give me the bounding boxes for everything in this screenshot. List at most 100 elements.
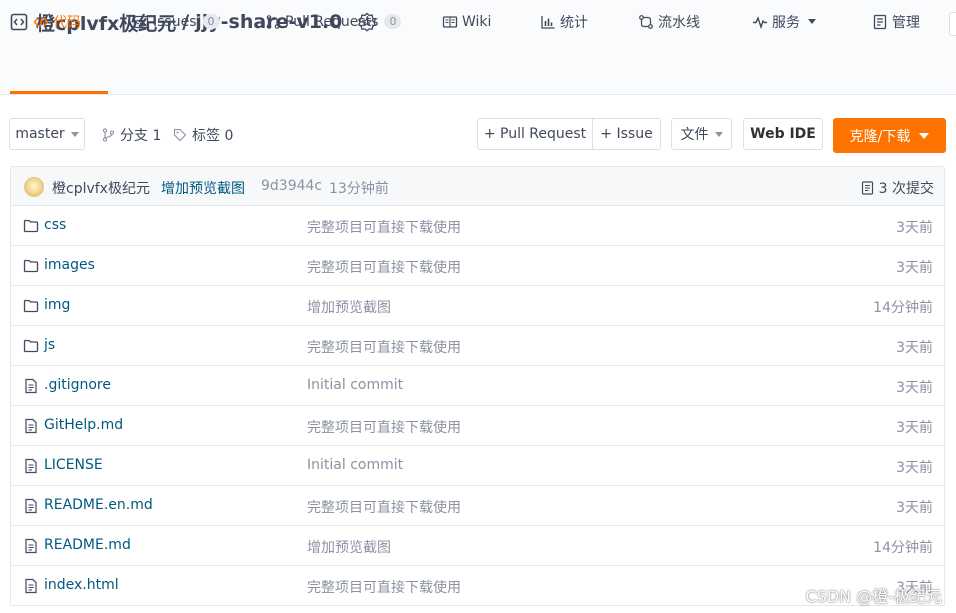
tab-pull-requests[interactable]: Pull Requests 0 bbox=[265, 0, 402, 43]
file-icon bbox=[23, 378, 39, 394]
file-name-link[interactable]: .gitignore bbox=[44, 377, 111, 393]
file-name-link[interactable]: index.html bbox=[44, 577, 119, 593]
file-icon bbox=[23, 538, 39, 554]
file-icon bbox=[23, 498, 39, 514]
file-row[interactable]: images 完整项目可直接下载使用 3天前 bbox=[11, 246, 944, 286]
branches-link[interactable]: 分支 1 bbox=[102, 118, 161, 152]
tab-label: 流水线 bbox=[658, 14, 700, 31]
repo-toolbar: master 分支 1 标签 0 + Pull Request + Issue … bbox=[0, 118, 956, 154]
new-pull-request-button[interactable]: + Pull Request bbox=[477, 118, 593, 150]
file-icon bbox=[23, 458, 39, 474]
file-commit-message-link[interactable]: 完整项目可直接下载使用 bbox=[307, 417, 461, 437]
file-commit-time: 3天前 bbox=[896, 260, 933, 276]
file-commit-message-link[interactable]: 完整项目可直接下载使用 bbox=[307, 257, 461, 277]
tab-pipeline[interactable]: 流水线 bbox=[638, 0, 700, 43]
issues-icon bbox=[133, 14, 149, 30]
file-row[interactable]: index.html 完整项目可直接下载使用 3天前 bbox=[11, 566, 944, 606]
file-commit-time: 14分钟前 bbox=[873, 540, 933, 556]
commit-count-label: 3 次提交 bbox=[878, 181, 934, 197]
file-row[interactable]: GitHelp.md 完整项目可直接下载使用 3天前 bbox=[11, 406, 944, 446]
wiki-icon bbox=[442, 14, 458, 30]
file-commit-time: 3天前 bbox=[896, 460, 933, 476]
file-commit-time: 3天前 bbox=[896, 380, 933, 396]
issues-count-badge: 0 bbox=[202, 14, 220, 29]
file-name-link[interactable]: README.md bbox=[44, 537, 131, 553]
file-commit-message-link[interactable]: Initial commit bbox=[307, 377, 403, 393]
file-commit-message-link[interactable]: Initial commit bbox=[307, 457, 403, 473]
clone-download-button[interactable]: 克隆/下载 bbox=[833, 118, 946, 153]
tab-label: Wiki bbox=[462, 13, 492, 30]
chevron-down-icon bbox=[919, 132, 930, 139]
file-row[interactable]: README.md 增加预览截图 14分钟前 bbox=[11, 526, 944, 566]
tags-link[interactable]: 标签 0 bbox=[173, 118, 233, 152]
file-row[interactable]: img 增加预览截图 14分钟前 bbox=[11, 286, 944, 326]
pipeline-icon bbox=[638, 14, 654, 30]
file-row[interactable]: js 完整项目可直接下载使用 3天前 bbox=[11, 326, 944, 366]
file-commit-message-link[interactable]: 完整项目可直接下载使用 bbox=[307, 337, 461, 357]
file-menu-button[interactable]: 文件 bbox=[671, 118, 732, 150]
folder-icon bbox=[23, 258, 39, 274]
tab-code[interactable]: 代码 bbox=[33, 0, 81, 43]
bar-chart-icon bbox=[540, 14, 556, 30]
file-row[interactable]: README.en.md 完整项目可直接下载使用 3天前 bbox=[11, 486, 944, 526]
tab-label: 服务 bbox=[772, 14, 800, 31]
file-name-link[interactable]: GitHelp.md bbox=[44, 417, 123, 433]
file-commit-time: 14分钟前 bbox=[873, 300, 933, 316]
tab-label: 管理 bbox=[892, 14, 920, 31]
folder-icon bbox=[23, 338, 39, 354]
file-icon bbox=[23, 578, 39, 594]
file-row[interactable]: .gitignore Initial commit 3天前 bbox=[11, 366, 944, 406]
branch-select[interactable]: master bbox=[9, 118, 85, 150]
tag-icon bbox=[173, 128, 187, 142]
repo-header: 橙cplvfx极纪元 / jjy-share-v1.0 代码 Issues 0 … bbox=[0, 0, 956, 95]
file-name-link[interactable]: js bbox=[44, 337, 55, 353]
header-edge-button[interactable] bbox=[949, 12, 956, 36]
watermark: CSDN @橙-极纪元 bbox=[805, 587, 942, 606]
file-commit-message-link[interactable]: 完整项目可直接下载使用 bbox=[307, 497, 461, 517]
manage-icon bbox=[872, 14, 888, 30]
commit-message-link[interactable]: 增加预览截图 bbox=[161, 178, 245, 198]
tab-services[interactable]: 服务 bbox=[752, 0, 816, 43]
tab-wiki[interactable]: Wiki bbox=[442, 0, 491, 43]
new-issue-button[interactable]: + Issue bbox=[592, 118, 661, 150]
file-name-link[interactable]: css bbox=[44, 217, 66, 233]
commit-count-link[interactable]: 3 次提交 bbox=[861, 178, 934, 198]
file-name-link[interactable]: img bbox=[44, 297, 70, 313]
file-name-link[interactable]: README.en.md bbox=[44, 497, 153, 513]
branches-label: 分支 1 bbox=[120, 128, 162, 144]
commits-icon bbox=[861, 181, 873, 195]
chevron-down-icon bbox=[808, 19, 816, 24]
tab-issues[interactable]: Issues 0 bbox=[133, 0, 220, 43]
commit-author[interactable]: 橙cplvfx极纪元 bbox=[52, 178, 150, 198]
pulse-icon bbox=[752, 14, 768, 30]
avatar[interactable] bbox=[24, 177, 44, 197]
file-commit-message-link[interactable]: 增加预览截图 bbox=[307, 537, 391, 557]
file-commit-message-link[interactable]: 完整项目可直接下载使用 bbox=[307, 217, 461, 237]
file-menu-label: 文件 bbox=[680, 127, 709, 143]
file-list: css 完整项目可直接下载使用 3天前 images 完整项目可直接下载使用 3天前 img… bbox=[10, 206, 945, 606]
file-commit-time: 3天前 bbox=[896, 220, 933, 236]
file-row[interactable]: css 完整项目可直接下载使用 3天前 bbox=[11, 206, 944, 246]
chevron-down-icon bbox=[714, 131, 723, 137]
active-tab-indicator bbox=[10, 91, 108, 94]
pull-requests-count-badge: 0 bbox=[384, 14, 402, 29]
file-commit-message-link[interactable]: 完整项目可直接下载使用 bbox=[307, 577, 461, 597]
tab-stats[interactable]: 统计 bbox=[540, 0, 588, 43]
latest-commit-bar: 橙cplvfx极纪元 增加预览截图 9d3944c 13分钟前 3 次提交 bbox=[10, 166, 945, 206]
web-ide-button[interactable]: Web IDE bbox=[743, 118, 823, 150]
tab-label: 代码 bbox=[53, 14, 81, 31]
tab-label: Pull Requests bbox=[285, 13, 379, 30]
commit-hash-link[interactable]: 9d3944c bbox=[261, 178, 322, 194]
branch-select-value: master bbox=[15, 126, 65, 142]
repo-code-icon bbox=[10, 13, 28, 31]
file-name-link[interactable]: images bbox=[44, 257, 95, 273]
file-name-link[interactable]: LICENSE bbox=[44, 457, 103, 473]
clone-download-label: 克隆/下载 bbox=[849, 128, 911, 145]
chevron-down-icon bbox=[70, 131, 79, 137]
file-row[interactable]: LICENSE Initial commit 3天前 bbox=[11, 446, 944, 486]
tab-manage[interactable]: 管理 bbox=[872, 0, 920, 43]
file-commit-time: 3天前 bbox=[896, 340, 933, 356]
folder-icon bbox=[23, 298, 39, 314]
tab-label: Issues bbox=[153, 13, 197, 30]
file-commit-message-link[interactable]: 增加预览截图 bbox=[307, 297, 391, 317]
